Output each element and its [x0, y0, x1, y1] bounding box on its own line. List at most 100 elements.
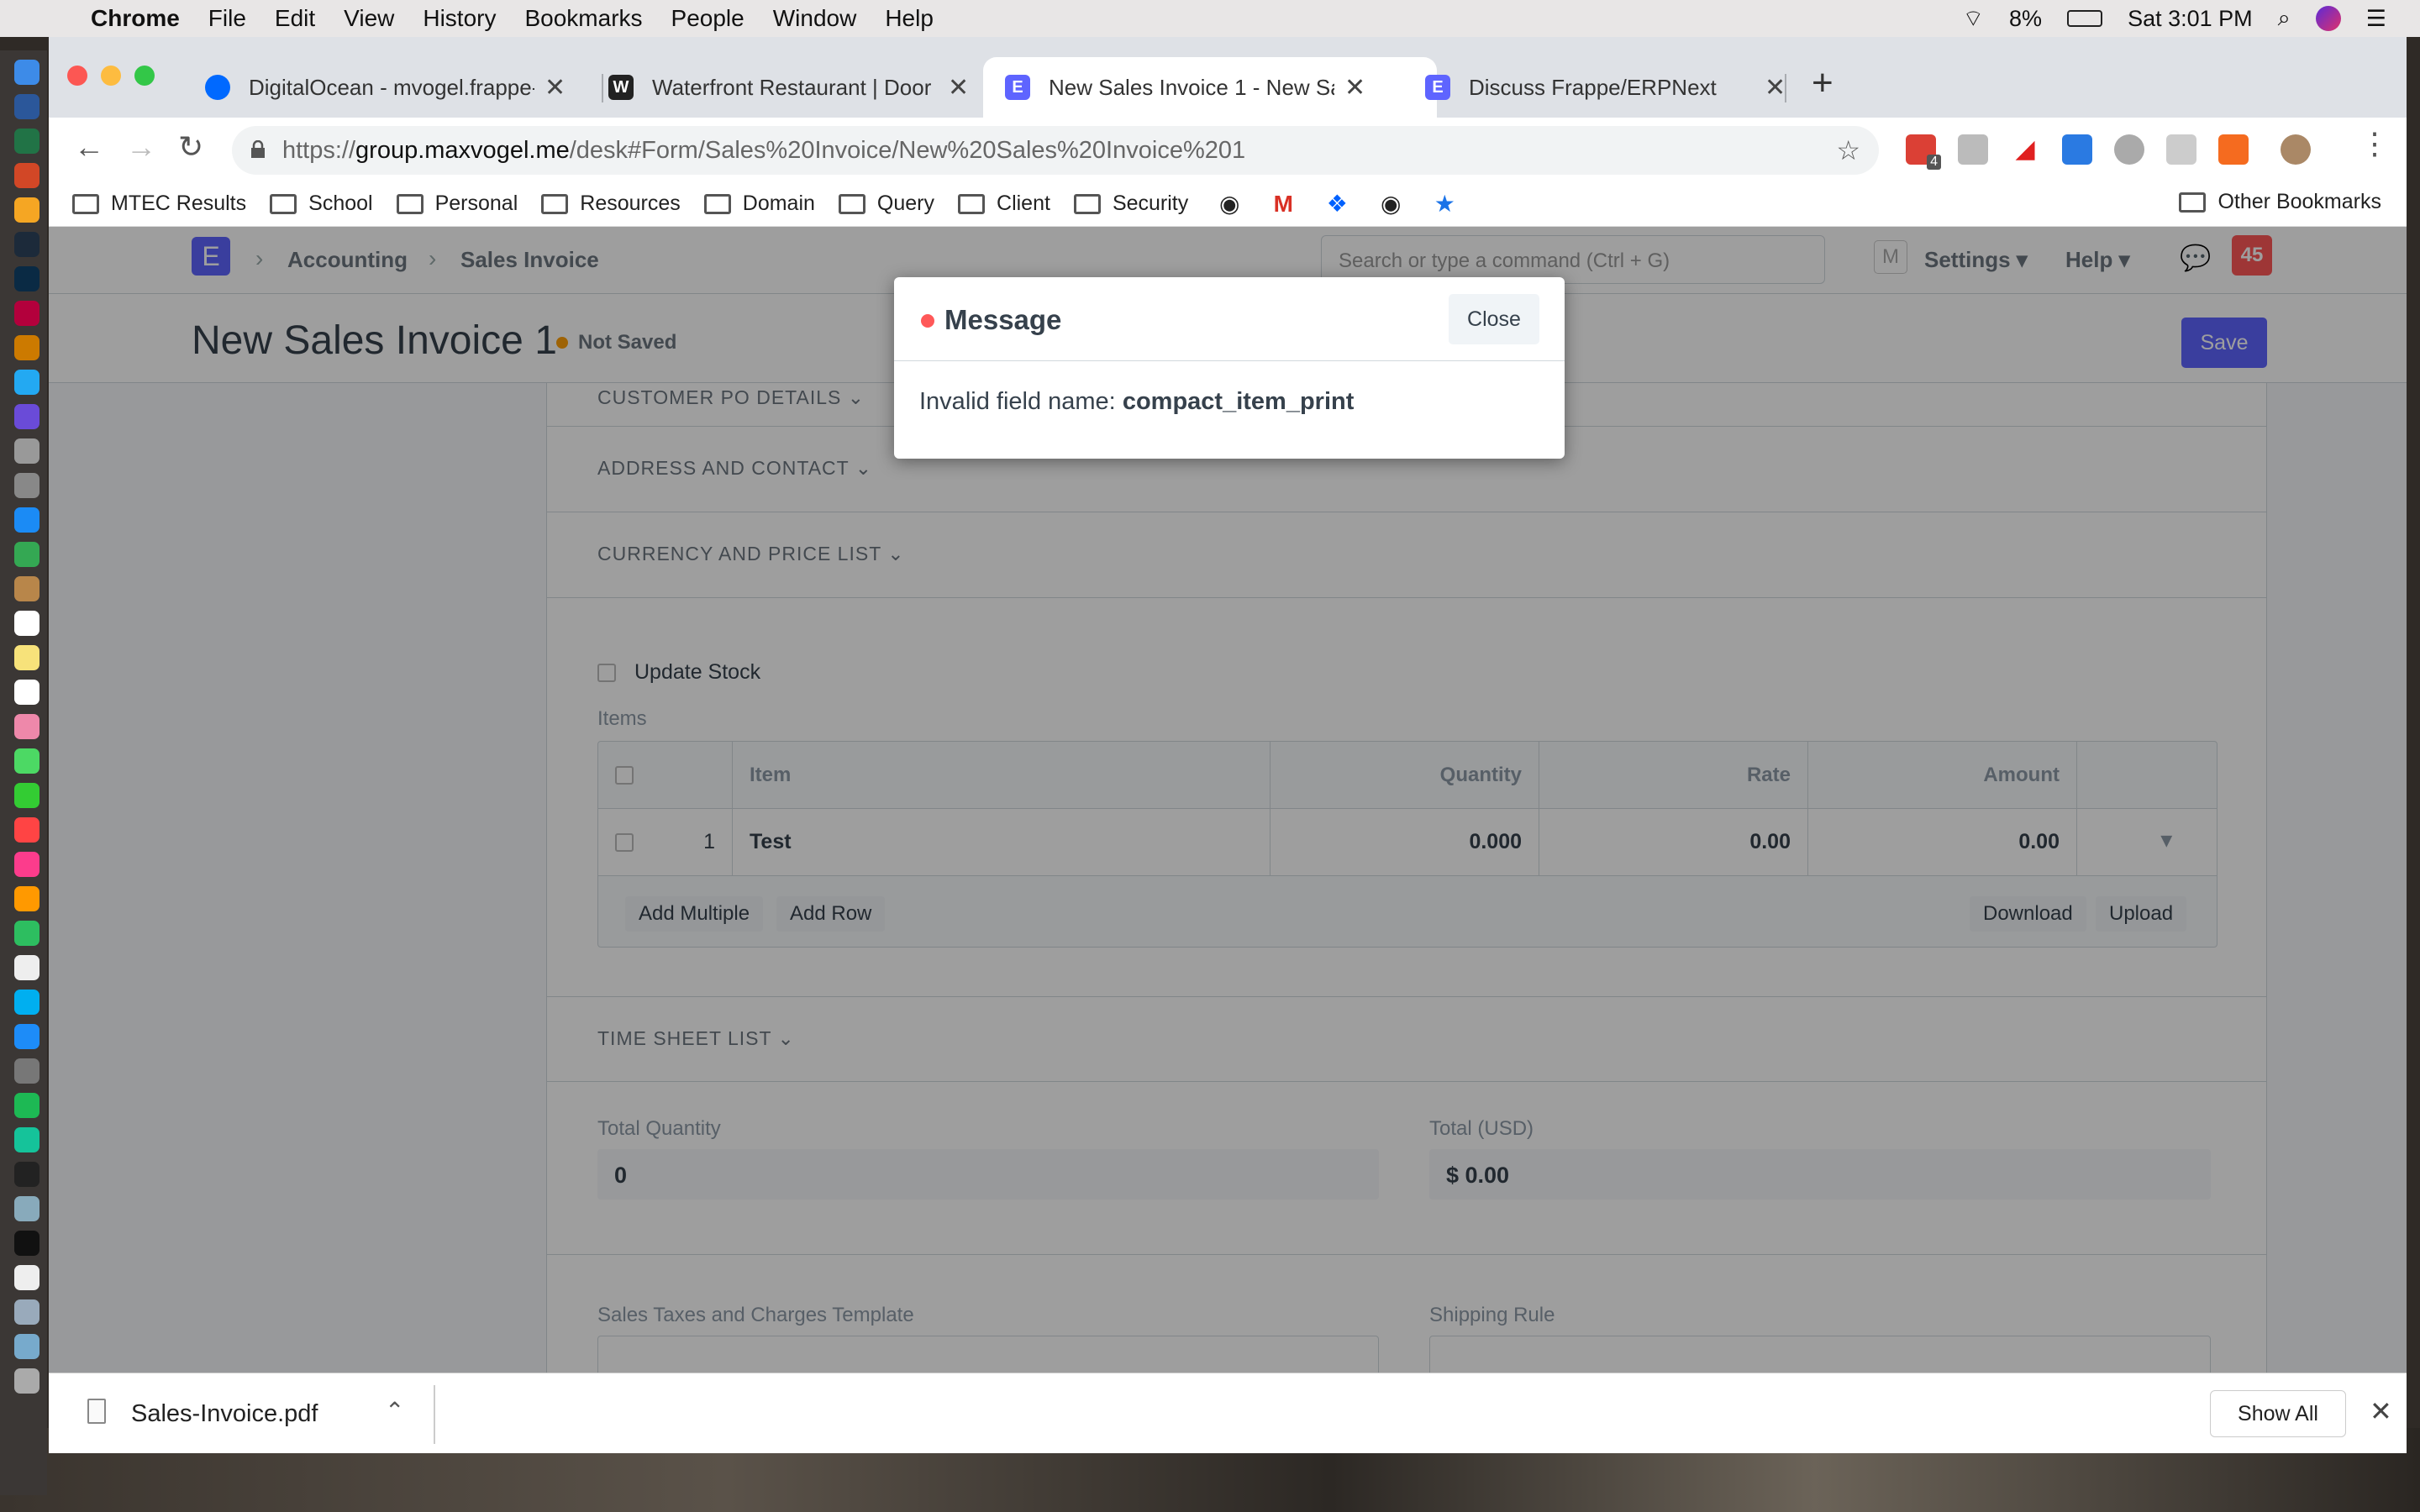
grammarly-icon[interactable]	[14, 1127, 39, 1152]
menu-view[interactable]: View	[344, 5, 394, 32]
photoshop-icon[interactable]	[14, 266, 39, 291]
trash-icon[interactable]	[14, 1368, 39, 1394]
profile-avatar[interactable]	[2281, 134, 2311, 165]
finder-icon[interactable]	[14, 60, 39, 85]
download-filename[interactable]: Sales-Invoice.pdf	[131, 1400, 318, 1428]
menu-help[interactable]: Help	[885, 5, 934, 32]
archive-icon[interactable]	[14, 1196, 39, 1221]
globe-icon[interactable]: ◉	[1378, 191, 1403, 217]
back-button[interactable]: ←	[74, 129, 104, 165]
forward-button[interactable]: →	[126, 129, 156, 165]
siri-dock-icon[interactable]	[14, 404, 39, 429]
textedit-icon[interactable]	[14, 1265, 39, 1290]
extension-todoist-icon[interactable]: 4	[1906, 134, 1941, 170]
wifi-icon[interactable]: ⌔	[1963, 4, 1984, 33]
news-icon[interactable]	[14, 817, 39, 843]
address-bar[interactable]: https://group.maxvogel.me/desk#Form/Sale…	[232, 126, 1879, 175]
chrome-menu-icon[interactable]: ⋮	[2360, 126, 2390, 161]
other-bookmarks[interactable]: Other Bookmarks	[2179, 190, 2381, 214]
battery-icon[interactable]	[2067, 10, 2103, 27]
extension-adobe-icon[interactable]: ◢	[2010, 134, 2040, 165]
clock[interactable]: Sat 3:01 PM	[2128, 6, 2253, 32]
minimize-window-button[interactable]	[101, 66, 121, 86]
menu-edit[interactable]: Edit	[275, 5, 315, 32]
tab-title: New Sales Invoice 1 - New Sales Invoice	[1049, 74, 1334, 100]
pages-icon[interactable]	[14, 886, 39, 911]
music-icon[interactable]	[14, 852, 39, 877]
spotify-icon[interactable]	[14, 1093, 39, 1118]
vscode-icon[interactable]	[14, 370, 39, 395]
evernote-icon[interactable]	[14, 921, 39, 946]
menu-bookmarks[interactable]: Bookmarks	[524, 5, 642, 32]
indesign-icon[interactable]	[14, 301, 39, 326]
chevron-up-icon[interactable]: ⌃	[385, 1397, 404, 1425]
close-icon[interactable]: ✕	[1344, 73, 1365, 102]
menu-app-name[interactable]: Chrome	[91, 5, 180, 32]
notification-center-icon[interactable]: ☰	[2366, 6, 2386, 32]
word-icon[interactable]	[14, 94, 39, 119]
bookmark-mtec-results[interactable]: MTEC Results	[72, 192, 246, 216]
preview-icon[interactable]	[14, 1299, 39, 1325]
tab-waterfront[interactable]: W Waterfront Restaurant | Door County ✕	[587, 57, 990, 118]
excel-icon[interactable]	[14, 129, 39, 154]
powerpoint-icon[interactable]	[14, 163, 39, 188]
close-icon[interactable]: ✕	[1765, 73, 1786, 102]
extension-orange-icon[interactable]	[2218, 134, 2249, 165]
globe-icon[interactable]: ◉	[1217, 191, 1242, 217]
extension-gear-icon[interactable]	[2114, 134, 2144, 165]
downloads-stack-icon[interactable]	[14, 1334, 39, 1359]
facetime-icon[interactable]	[14, 783, 39, 808]
zoom-window-button[interactable]	[134, 66, 155, 86]
extension-tag-icon[interactable]	[2062, 134, 2092, 165]
skype-icon[interactable]	[14, 990, 39, 1015]
close-icon[interactable]: ✕	[2370, 1395, 2392, 1427]
lightroom-icon[interactable]	[14, 232, 39, 257]
chrome-icon[interactable]	[14, 542, 39, 567]
safari-icon[interactable]	[14, 507, 39, 533]
fontapp-icon[interactable]	[14, 955, 39, 980]
calculator-icon[interactable]	[14, 473, 39, 498]
tab-discuss[interactable]: E Discuss Frappe/ERPNext ✕	[1403, 57, 1840, 118]
reminders-icon[interactable]	[14, 680, 39, 705]
menu-file[interactable]: File	[208, 5, 246, 32]
extension-kanji-icon[interactable]	[1958, 134, 1988, 165]
tab-sales-invoice[interactable]: E New Sales Invoice 1 - New Sales Invoic…	[983, 57, 1437, 118]
menu-history[interactable]: History	[423, 5, 496, 32]
close-window-button[interactable]	[67, 66, 87, 86]
reload-button[interactable]: ↻	[178, 129, 203, 165]
bookmark-resources[interactable]: Resources	[541, 192, 681, 216]
close-button[interactable]: Close	[1449, 294, 1539, 344]
new-tab-button[interactable]: +	[1812, 62, 1833, 104]
close-icon[interactable]: ✕	[544, 73, 566, 102]
console-icon[interactable]	[14, 1231, 39, 1256]
bookmark-domain[interactable]: Domain	[703, 192, 815, 216]
terminal-icon[interactable]	[14, 1162, 39, 1187]
tab-digitalocean[interactable]: DigitalOcean - mvogel.frappe-erpnext ✕	[183, 57, 587, 118]
bookmark-query[interactable]: Query	[838, 192, 934, 216]
bookmark-security[interactable]: Security	[1073, 192, 1188, 216]
spotlight-icon[interactable]: ⌕	[2278, 5, 2291, 32]
star-icon[interactable]: ★	[1432, 191, 1457, 217]
show-all-button[interactable]: Show All	[2210, 1390, 2346, 1437]
extension-pen-icon[interactable]	[2166, 134, 2196, 165]
bookmark-client[interactable]: Client	[958, 192, 1050, 216]
launchpad-icon[interactable]	[14, 438, 39, 464]
gmail-icon[interactable]: M	[1270, 191, 1296, 217]
photos-icon[interactable]	[14, 714, 39, 739]
appstore-icon[interactable]	[14, 1024, 39, 1049]
menu-people[interactable]: People	[671, 5, 744, 32]
illustrator-icon[interactable]	[14, 335, 39, 360]
bookmark-star-icon[interactable]: ☆	[1836, 134, 1860, 166]
messages-icon[interactable]	[14, 748, 39, 774]
dropbox-icon[interactable]: ❖	[1324, 191, 1349, 217]
system-preferences-icon[interactable]	[14, 1058, 39, 1084]
calendar-icon[interactable]	[14, 611, 39, 636]
bookmark-school[interactable]: School	[270, 192, 373, 216]
siri-icon[interactable]	[2315, 6, 2341, 31]
notes-icon[interactable]	[14, 645, 39, 670]
bookmark-personal[interactable]: Personal	[396, 192, 518, 216]
close-icon[interactable]: ✕	[948, 73, 969, 102]
photos-app-icon[interactable]	[14, 197, 39, 223]
contacts-icon[interactable]	[14, 576, 39, 601]
menu-window[interactable]: Window	[773, 5, 857, 32]
